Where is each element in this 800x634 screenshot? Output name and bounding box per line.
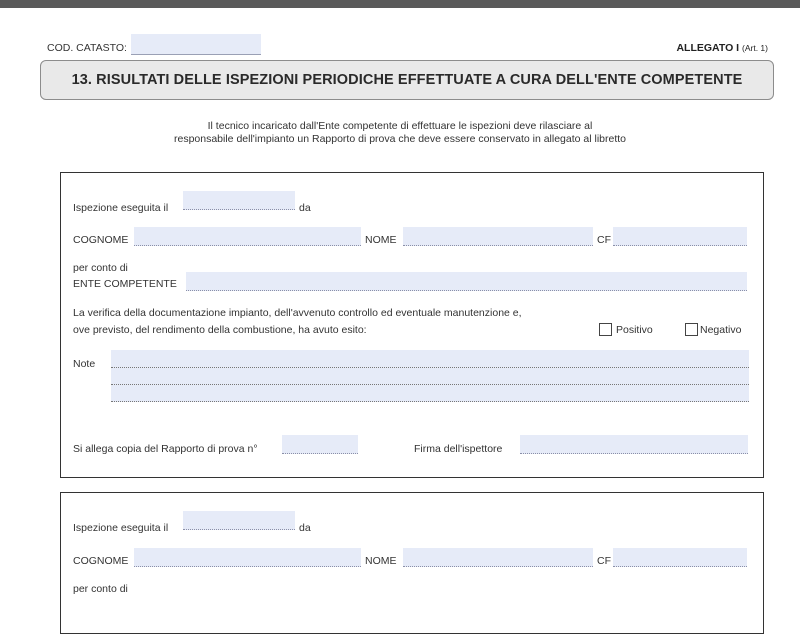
inspection-panel-1: Ispezione eseguita il da COGNOME NOME CF… — [60, 172, 764, 478]
note-field[interactable] — [111, 350, 749, 402]
note-label: Note — [73, 358, 96, 370]
rapporto-number-field[interactable] — [282, 435, 358, 454]
cognome-field-2[interactable] — [134, 548, 361, 567]
negativo-label: Negativo — [700, 324, 742, 336]
window-top-bar — [0, 0, 800, 8]
nome-label-2: NOME — [365, 555, 397, 567]
verifica-line-1: La verifica della documentazione impiant… — [73, 307, 522, 319]
firma-label: Firma dell'ispettore — [414, 443, 503, 455]
negativo-checkbox[interactable] — [685, 323, 698, 336]
da-label: da — [299, 202, 311, 214]
note-line-1 — [111, 367, 749, 368]
cognome-label-2: COGNOME — [73, 555, 129, 567]
note-line-2 — [111, 384, 749, 385]
allega-label: Si allega copia del Rapporto di prova n° — [73, 443, 258, 455]
intro-line-2: responsabile dell'impianto un Rapporto d… — [173, 133, 627, 145]
allegato-ref: (Art. 1) — [742, 43, 768, 53]
cod-catasto-field[interactable] — [131, 34, 261, 55]
ente-label: ENTE COMPETENTE — [73, 278, 177, 290]
nome-label: NOME — [365, 234, 397, 246]
cf-field[interactable] — [613, 227, 747, 246]
verifica-line-2: ove previsto, del rendimento della combu… — [73, 324, 367, 336]
allegato-text: ALLEGATO I — [676, 42, 740, 54]
positivo-label: Positivo — [616, 324, 653, 336]
inspection-panel-2: Ispezione eseguita il da COGNOME NOME CF… — [60, 492, 764, 634]
da-label-2: da — [299, 522, 311, 534]
positivo-checkbox[interactable] — [599, 323, 612, 336]
firma-field[interactable] — [520, 435, 748, 454]
note-line-3 — [111, 401, 749, 402]
cf-label-2: CF — [597, 555, 611, 567]
section-title-box: 13. RISULTATI DELLE ISPEZIONI PERIODICHE… — [40, 60, 774, 100]
section-title: 13. RISULTATI DELLE ISPEZIONI PERIODICHE… — [71, 72, 743, 88]
cf-field-2[interactable] — [613, 548, 747, 567]
cognome-label: COGNOME — [73, 234, 129, 246]
ispezione-label: Ispezione eseguita il — [73, 202, 169, 214]
ente-field[interactable] — [186, 272, 747, 291]
ispezione-label-2: Ispezione eseguita il — [73, 522, 169, 534]
ispezione-date-field-2[interactable] — [183, 511, 295, 530]
per-conto-label-2: per conto di — [73, 583, 128, 595]
ispezione-date-field[interactable] — [183, 191, 295, 210]
cognome-field[interactable] — [134, 227, 361, 246]
cf-label: CF — [597, 234, 611, 246]
allegato-label: ALLEGATO I (Art. 1) — [676, 42, 768, 54]
intro-line-1: Il tecnico incaricato dall'Ente competen… — [207, 120, 593, 132]
nome-field[interactable] — [403, 227, 593, 246]
per-conto-label: per conto di — [73, 262, 128, 274]
nome-field-2[interactable] — [403, 548, 593, 567]
cod-catasto-label: COD. CATASTO: — [47, 42, 127, 54]
